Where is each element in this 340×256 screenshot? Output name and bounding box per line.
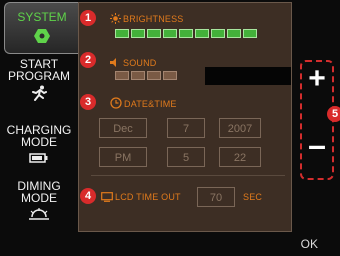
level-segment — [115, 71, 129, 80]
runner-icon — [32, 85, 47, 101]
badge-1: 1 — [80, 10, 96, 26]
brightness-title: BRIGHTNESS — [123, 14, 184, 24]
tab-diming-mode-label-2: MODE — [21, 191, 57, 205]
ampm-field[interactable]: PM — [99, 147, 147, 167]
ok-button[interactable]: OK — [301, 237, 318, 251]
plus-button[interactable]: + — [300, 62, 334, 96]
year-field[interactable]: 2007 — [219, 118, 261, 138]
badge-2: 2 — [80, 52, 96, 68]
datetime-title: DATE&TIME — [124, 99, 177, 109]
level-segment — [147, 71, 161, 80]
brightness-level-bar[interactable] — [115, 29, 257, 38]
monitor-icon — [101, 192, 113, 202]
level-segment — [179, 29, 193, 38]
tab-diming-mode[interactable]: DIMING MODE — [0, 180, 78, 221]
hour-field[interactable]: 5 — [167, 147, 205, 167]
sidebar: SYSTEM START PROGRAM CHARGING MODE DIMIN… — [0, 0, 79, 232]
battery-icon — [29, 153, 48, 163]
tab-system-label: SYSTEM — [17, 10, 67, 24]
tab-charging-mode[interactable]: CHARGING MODE — [0, 124, 78, 163]
level-segment — [115, 29, 129, 38]
level-segment — [211, 29, 225, 38]
lcd-timeout-field[interactable]: 70 — [197, 187, 235, 207]
level-segment — [227, 29, 241, 38]
bottom-bar — [0, 232, 340, 256]
tab-system[interactable]: SYSTEM — [4, 2, 79, 54]
level-segment — [147, 29, 161, 38]
sound-level-bar[interactable] — [115, 71, 177, 80]
level-segment — [131, 29, 145, 38]
level-segment — [163, 29, 177, 38]
tab-charging-mode-label-2: MODE — [21, 135, 57, 149]
settings-panel: BRIGHTNESS SOUND DATE&TIME Dec 7 2007 PM… — [78, 2, 292, 232]
day-field[interactable]: 7 — [167, 118, 205, 138]
device-screen: SYSTEM START PROGRAM CHARGING MODE DIMIN… — [0, 0, 340, 256]
minute-field[interactable]: 22 — [219, 147, 261, 167]
lcd-timeout-title: LCD TIME OUT — [115, 192, 181, 202]
sound-title: SOUND — [123, 58, 157, 68]
tab-start-program[interactable]: START PROGRAM — [0, 58, 78, 101]
sound-track — [205, 67, 291, 85]
hexagon-icon — [34, 29, 50, 43]
badge-5: 5 — [327, 106, 340, 122]
lcd-timeout-unit: SEC — [243, 192, 263, 202]
tab-start-program-label-2: PROGRAM — [7, 69, 70, 83]
level-segment — [243, 29, 257, 38]
section-divider — [91, 175, 285, 176]
badge-4: 4 — [80, 188, 96, 204]
speaker-icon — [110, 58, 116, 67]
level-segment — [195, 29, 209, 38]
level-segment — [163, 71, 177, 80]
dim-sun-icon — [29, 208, 49, 220]
clock-icon — [110, 97, 122, 109]
level-segment — [131, 71, 145, 80]
sun-icon — [110, 13, 121, 24]
minus-button[interactable]: – — [300, 128, 334, 162]
badge-3: 3 — [80, 94, 96, 110]
month-field[interactable]: Dec — [99, 118, 147, 138]
